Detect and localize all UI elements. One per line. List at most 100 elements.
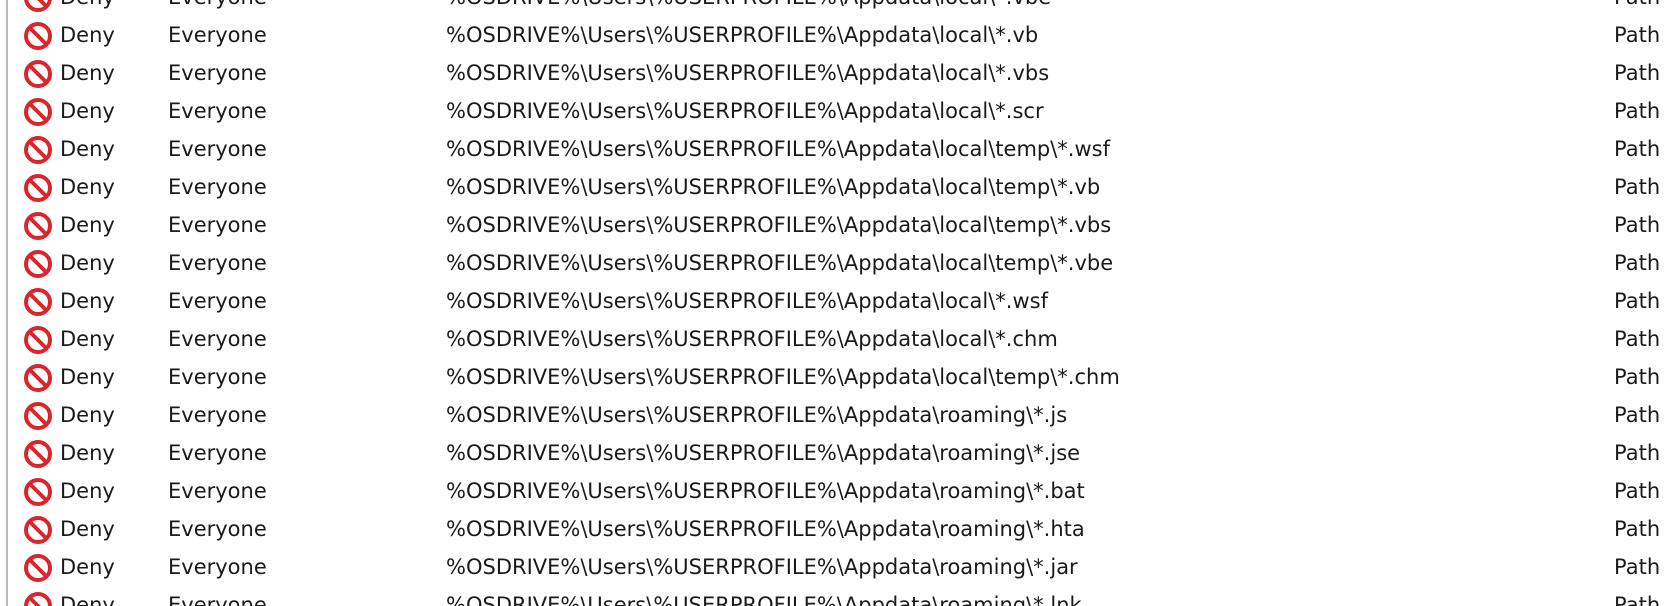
deny-icon [24,250,52,278]
deny-icon [24,212,52,240]
rule-user: Everyone [168,61,267,85]
rule-action: Deny [60,137,115,161]
rule-row[interactable]: Deny Everyone %OSDRIVE%\Users\%USERPROFILE… [0,92,1678,130]
deny-icon [24,0,52,12]
rule-row[interactable]: Deny Everyone %OSDRIVE%\Users\%USERPROFILE… [0,548,1678,586]
rule-condition: %OSDRIVE%\Users\%USERPROFILE%\Appdata\lo… [446,327,1058,351]
rule-condition: %OSDRIVE%\Users\%USERPROFILE%\Appdata\ro… [446,517,1085,541]
rule-user: Everyone [168,365,267,389]
rule-row[interactable]: Deny Everyone %OSDRIVE%\Users\%USERPROFILE… [0,16,1678,54]
deny-icon [24,440,52,468]
rule-type: Path [1614,365,1661,389]
deny-icon [24,60,52,88]
rule-condition: %OSDRIVE%\Users\%USERPROFILE%\Appdata\lo… [446,61,1050,85]
deny-icon [24,364,52,392]
rule-condition: %OSDRIVE%\Users\%USERPROFILE%\Appdata\lo… [446,23,1039,47]
rule-condition: %OSDRIVE%\Users\%USERPROFILE%\Appdata\lo… [446,175,1101,199]
rule-user: Everyone [168,289,267,313]
rule-user: Everyone [168,441,267,465]
rule-type: Path [1614,213,1661,237]
rule-row[interactable]: Deny Everyone %OSDRIVE%\Users\%USERPROFILE… [0,168,1678,206]
rule-user: Everyone [168,23,267,47]
rule-condition: %OSDRIVE%\Users\%USERPROFILE%\Appdata\ro… [446,403,1068,427]
rule-row[interactable]: Deny Everyone %OSDRIVE%\Users\%USERPROFILE… [0,472,1678,510]
rule-action: Deny [60,555,115,579]
rule-user: Everyone [168,593,267,606]
rule-action: Deny [60,441,115,465]
rule-type: Path [1614,99,1661,123]
rule-row[interactable]: Deny Everyone %OSDRIVE%\Users\%USERPROFILE… [0,0,1678,16]
deny-icon [24,98,52,126]
rule-type: Path [1614,403,1661,427]
rule-user: Everyone [168,327,267,351]
rule-row[interactable]: Deny Everyone %OSDRIVE%\Users\%USERPROFILE… [0,434,1678,472]
rule-row[interactable]: Deny Everyone %OSDRIVE%\Users\%USERPROFILE… [0,206,1678,244]
rule-action: Deny [60,289,115,313]
rule-user: Everyone [168,213,267,237]
rule-condition: %OSDRIVE%\Users\%USERPROFILE%\Appdata\ro… [446,593,1082,606]
rule-condition: %OSDRIVE%\Users\%USERPROFILE%\Appdata\lo… [446,251,1114,275]
rule-condition: %OSDRIVE%\Users\%USERPROFILE%\Appdata\lo… [446,0,1051,16]
rule-user: Everyone [168,403,267,427]
rule-action: Deny [60,479,115,503]
rule-type: Path [1614,137,1661,161]
rule-type: Path [1614,0,1660,16]
rule-row[interactable]: Deny Everyone %OSDRIVE%\Users\%USERPROFILE… [0,586,1678,606]
rule-condition: %OSDRIVE%\Users\%USERPROFILE%\Appdata\lo… [446,99,1044,123]
rule-row[interactable]: Deny Everyone %OSDRIVE%\Users\%USERPROFILE… [0,358,1678,396]
rule-type: Path [1614,289,1661,313]
deny-icon [24,516,52,544]
rule-type: Path [1614,555,1661,579]
rule-user: Everyone [168,555,267,579]
rule-condition: %OSDRIVE%\Users\%USERPROFILE%\Appdata\ro… [446,441,1081,465]
deny-icon [24,554,52,582]
rule-type: Path [1614,441,1661,465]
deny-icon [24,478,52,506]
vertical-scrollbar[interactable] [1666,0,1678,606]
rule-row[interactable]: Deny Everyone %OSDRIVE%\Users\%USERPROFILE… [0,510,1678,548]
rule-type: Path [1614,61,1661,85]
rule-condition: %OSDRIVE%\Users\%USERPROFILE%\Appdata\lo… [446,213,1112,237]
rule-action: Deny [60,365,115,389]
deny-icon [24,288,52,316]
rule-user: Everyone [168,479,267,503]
rule-row[interactable]: Deny Everyone %OSDRIVE%\Users\%USERPROFILE… [0,320,1678,358]
rule-user: Everyone [168,0,267,16]
rule-row[interactable]: Deny Everyone %OSDRIVE%\Users\%USERPROFILE… [0,54,1678,92]
rule-user: Everyone [168,137,267,161]
rule-action: Deny [60,0,115,16]
rule-user: Everyone [168,251,267,275]
rule-type: Path [1614,479,1661,503]
rule-action: Deny [60,251,115,275]
rule-user: Everyone [168,175,267,199]
rule-row[interactable]: Deny Everyone %OSDRIVE%\Users\%USERPROFILE… [0,130,1678,168]
rule-type: Path [1614,517,1661,541]
deny-icon [24,592,52,606]
rule-action: Deny [60,61,115,85]
rule-action: Deny [60,175,115,199]
rule-type: Path [1614,175,1661,199]
deny-icon [24,22,52,50]
deny-icon [24,136,52,164]
rule-condition: %OSDRIVE%\Users\%USERPROFILE%\Appdata\lo… [446,137,1110,161]
rules-list[interactable]: Deny Everyone %OSDRIVE%\Users\%USERPROFILE… [0,0,1678,606]
rule-row[interactable]: Deny Everyone %OSDRIVE%\Users\%USERPROFILE… [0,282,1678,320]
rule-type: Path [1614,327,1661,351]
rule-condition: %OSDRIVE%\Users\%USERPROFILE%\Appdata\lo… [446,365,1120,389]
rule-user: Everyone [168,99,267,123]
rule-type: Path [1614,593,1661,606]
deny-icon [24,402,52,430]
deny-icon [24,174,52,202]
rule-row[interactable]: Deny Everyone %OSDRIVE%\Users\%USERPROFILE… [0,244,1678,282]
rule-user: Everyone [168,517,267,541]
rule-condition: %OSDRIVE%\Users\%USERPROFILE%\Appdata\lo… [446,289,1048,313]
rule-action: Deny [60,213,115,237]
deny-icon [24,326,52,354]
rule-action: Deny [60,517,115,541]
rule-action: Deny [60,23,115,47]
rule-action: Deny [60,327,115,351]
rule-row[interactable]: Deny Everyone %OSDRIVE%\Users\%USERPROFILE… [0,396,1678,434]
rule-action: Deny [60,403,115,427]
rule-type: Path [1614,251,1661,275]
rule-condition: %OSDRIVE%\Users\%USERPROFILE%\Appdata\ro… [446,555,1078,579]
